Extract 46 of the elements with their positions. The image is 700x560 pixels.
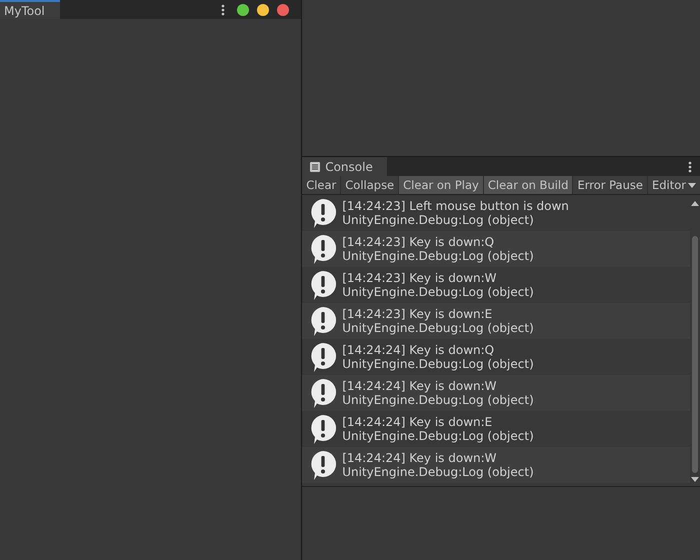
window-control-button[interactable]	[237, 4, 250, 16]
log-entry[interactable]: [14:24:24] Key is down:Q UnityEngine.Debug:Log (object)	[302, 339, 690, 375]
window-control-button[interactable]	[277, 4, 290, 16]
log-source: UnityEngine.Debug:Log (object)	[342, 285, 534, 299]
log-source: UnityEngine.Debug:Log (object)	[342, 357, 534, 371]
log-message: [14:24:23] Key is down:Q	[342, 235, 496, 249]
log-message: [14:24:23] Key is down:E	[342, 307, 494, 321]
log-entry[interactable]: [14:24:24] Key is down:W UnityEngine.Debug:Log (object)	[302, 375, 690, 411]
info-icon	[310, 414, 336, 444]
info-icon	[310, 306, 336, 336]
log-message: [14:24:24] Key is down:W	[342, 451, 498, 465]
info-icon	[310, 342, 336, 372]
log-message: [14:24:24] Key is down:W	[342, 379, 498, 393]
log-message: [14:24:23] Left mouse button is down	[342, 199, 569, 213]
log-message: [14:24:24] Key is down:Q	[342, 343, 496, 357]
log-entry[interactable]: [14:24:23] Key is down:E UnityEngine.Debug:Log (object)	[302, 303, 690, 339]
log-source: UnityEngine.Debug:Log (object)	[342, 249, 534, 263]
window-control-button[interactable]	[257, 4, 270, 16]
more-icon[interactable]	[221, 4, 226, 16]
scroll-up-icon[interactable]	[691, 201, 699, 206]
log-entry[interactable]: [14:24:23] Key is down:Q UnityEngine.Debug:Log (object)	[302, 231, 690, 267]
toggle-button[interactable]: Clear on Play	[399, 176, 484, 194]
log-entry[interactable]: [14:24:23] Key is down:W UnityEngine.Debug:Log (object)	[302, 267, 690, 303]
caret-icon	[688, 183, 696, 188]
log-source: UnityEngine.Debug:Log (object)	[342, 393, 534, 407]
log-source: UnityEngine.Debug:Log (object)	[342, 213, 535, 227]
log-entry[interactable]: [14:24:24] Key is down:W UnityEngine.Debug:Log (object)	[302, 447, 690, 483]
list-icon	[310, 162, 320, 172]
toggle-button[interactable]: Clear on Build	[484, 176, 574, 194]
log-entry[interactable]: [14:24:24] Key is down:E UnityEngine.Debug:Log (object)	[302, 411, 690, 447]
log-source: UnityEngine.Debug:Log (object)	[342, 429, 534, 443]
more-icon[interactable]	[688, 160, 692, 172]
log-source: UnityEngine.Debug:Log (object)	[342, 321, 534, 335]
scroll-down-icon[interactable]	[691, 477, 699, 482]
info-icon	[310, 198, 336, 228]
scrollbar-thumb[interactable]	[692, 236, 698, 473]
info-icon	[310, 270, 336, 300]
info-icon	[310, 450, 336, 480]
console-tab[interactable]: Console	[302, 157, 387, 176]
log-source: UnityEngine.Debug:Log (object)	[342, 465, 534, 479]
info-icon	[310, 378, 336, 408]
log-message: [14:24:23] Key is down:W	[342, 271, 498, 285]
log-message: [14:24:24] Key is down:E	[342, 415, 494, 429]
info-icon	[310, 234, 336, 264]
log-entry[interactable]: [14:24:23] Left mouse button is down UnityEngine.Debug:Log (object)	[302, 195, 690, 231]
tab[interactable]: MyTool	[0, 0, 60, 19]
